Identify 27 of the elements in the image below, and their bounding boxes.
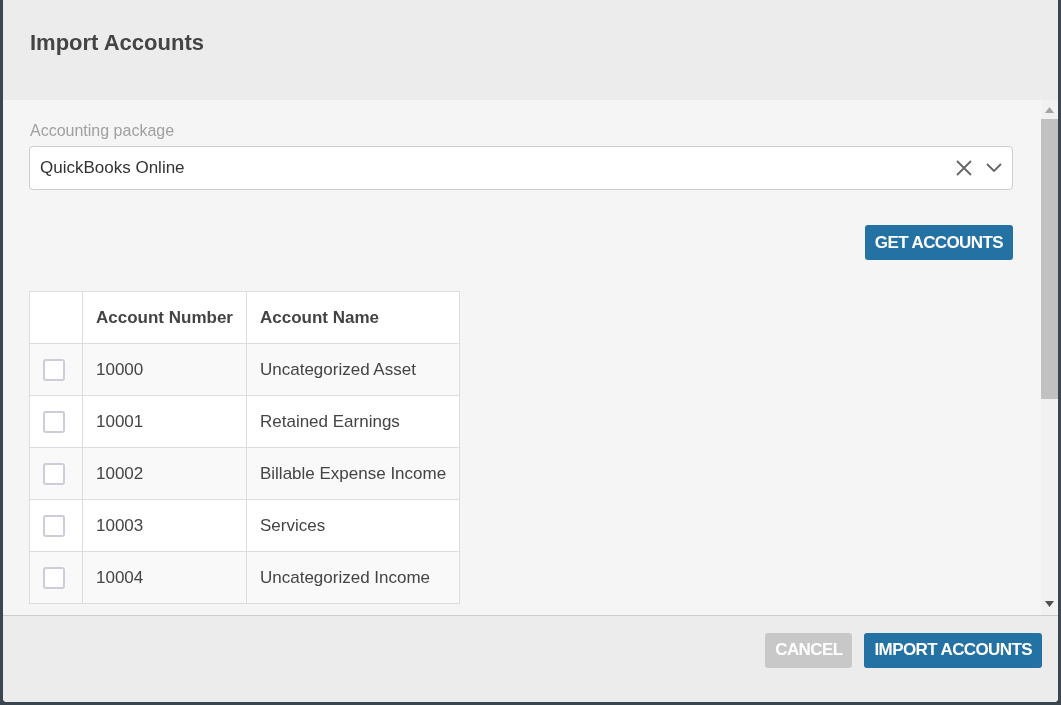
checkbox[interactable] [43,566,65,589]
checkbox[interactable] [43,358,65,381]
column-header: Account Name [246,291,460,344]
import-accounts-button[interactable]: IMPORT ACCOUNTS [864,632,1042,668]
table-cell: Uncategorized Income [246,551,460,604]
checkbox[interactable] [43,410,65,433]
field-label: Accounting package [30,122,176,140]
chevron-down-icon[interactable] [986,163,1002,173]
scroll-up-icon[interactable] [1045,107,1054,113]
table-cell: Billable Expense Income [246,447,460,500]
clear-icon[interactable] [956,160,972,176]
select-field[interactable]: QuickBooks Online [29,146,1013,190]
table-cell: 10003 [82,499,247,552]
dialog-title: Import Accounts [30,30,204,56]
table-cell: 10004 [82,551,247,604]
table-cell: Retained Earnings [246,395,460,448]
checkbox[interactable] [43,462,65,485]
table-cell: 10000 [82,343,247,396]
table-cell: Uncategorized Asset [246,343,460,396]
column-header: Account Number [82,291,247,344]
checkbox[interactable] [43,514,65,537]
get-accounts-button[interactable]: GET ACCOUNTS [864,225,1013,260]
scroll-down-icon[interactable] [1045,601,1054,607]
table-cell: 10001 [82,395,247,448]
scrollbar-thumb[interactable] [1041,119,1058,399]
table-cell: 10002 [82,447,247,500]
table-cell: Services [246,499,460,552]
